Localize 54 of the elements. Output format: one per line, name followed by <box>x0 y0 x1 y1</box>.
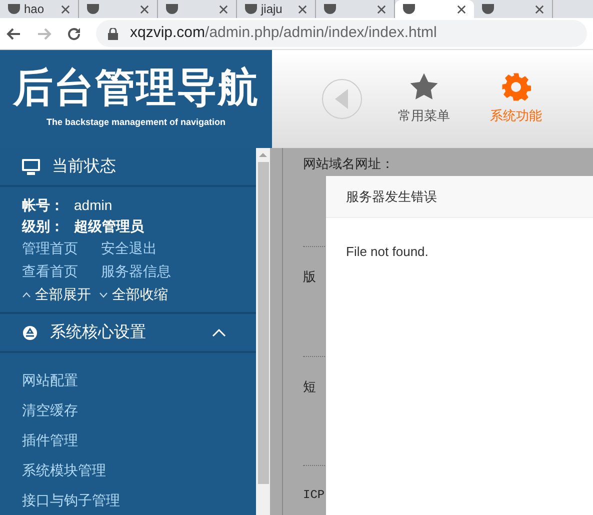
chevron-down-icon <box>99 292 108 298</box>
url-text: xqzvip.com/admin.php/admin/index/index.html <box>130 23 437 44</box>
form-label: 网站域名网址： <box>303 155 395 173</box>
tab-favicon-icon <box>8 4 20 14</box>
scrollbar-thumb[interactable] <box>258 162 268 484</box>
chevron-up-icon <box>22 292 31 298</box>
logo-subtitle: The backstage management of navigation <box>46 116 226 130</box>
account-value: admin <box>74 196 112 215</box>
level-label: 级别： <box>22 217 65 236</box>
tab-favicon-icon <box>166 4 178 14</box>
tab-favicon-icon <box>87 4 99 14</box>
expand-all-button[interactable]: 全部展开 <box>22 283 91 306</box>
form-label: 短 <box>303 378 316 394</box>
reload-icon[interactable] <box>66 26 82 42</box>
section-title: 当前状态 <box>52 156 116 176</box>
tab-favicon-icon <box>482 4 494 14</box>
sidebar-menu-item[interactable]: 系统模块管理 <box>22 455 106 485</box>
tab-favicon-icon <box>403 4 415 14</box>
collapse-all-button[interactable]: 全部收缩 <box>99 283 168 306</box>
lock-icon <box>108 28 118 40</box>
tab-title: hao <box>24 3 44 15</box>
sidebar-menu-item[interactable]: 插件管理 <box>22 425 78 455</box>
sidebar-menu-item[interactable]: 清空缓存 <box>22 395 78 425</box>
account-label: 帐号： <box>22 196 65 215</box>
sidebar-link[interactable]: 查看首页 <box>22 260 78 283</box>
level-value: 超级管理员 <box>74 217 144 236</box>
tab-title: jiaju <box>261 3 282 15</box>
gear-icon <box>501 72 531 102</box>
tab-favicon-icon <box>324 4 336 14</box>
close-icon[interactable] <box>535 4 544 14</box>
dialog-title: 服务器发生错误 <box>346 188 437 206</box>
sidebar-link[interactable]: 管理首页 <box>22 237 78 260</box>
close-icon[interactable] <box>219 4 228 14</box>
back-icon[interactable] <box>6 26 22 42</box>
address-bar[interactable]: xqzvip.com/admin.php/admin/index/index.html <box>96 20 587 47</box>
browser-tab[interactable] <box>395 0 474 18</box>
close-icon[interactable] <box>140 4 149 14</box>
close-icon[interactable] <box>377 4 386 14</box>
monitor-icon <box>22 158 40 174</box>
form-label: ICP <box>303 488 325 502</box>
close-icon[interactable] <box>61 4 70 14</box>
tab-favicon-icon <box>245 4 257 14</box>
form-label: 版 <box>303 268 316 284</box>
sidebar-menu-item[interactable]: 网站配置 <box>22 365 78 395</box>
dialog-message: File not found. <box>345 243 430 261</box>
left-triangle-icon <box>335 89 349 109</box>
close-icon[interactable] <box>457 4 466 14</box>
sidebar-link[interactable]: 服务器信息 <box>101 260 171 283</box>
chevron-up-icon <box>212 328 226 336</box>
sidebar-link[interactable]: 安全退出 <box>101 237 157 260</box>
logo-title: 后台管理导航 <box>13 68 259 108</box>
close-icon[interactable] <box>298 4 307 14</box>
sidebar-menu-item[interactable]: 接口与钩子管理 <box>22 485 120 515</box>
nav-item[interactable]: 常用菜单 <box>398 72 450 126</box>
